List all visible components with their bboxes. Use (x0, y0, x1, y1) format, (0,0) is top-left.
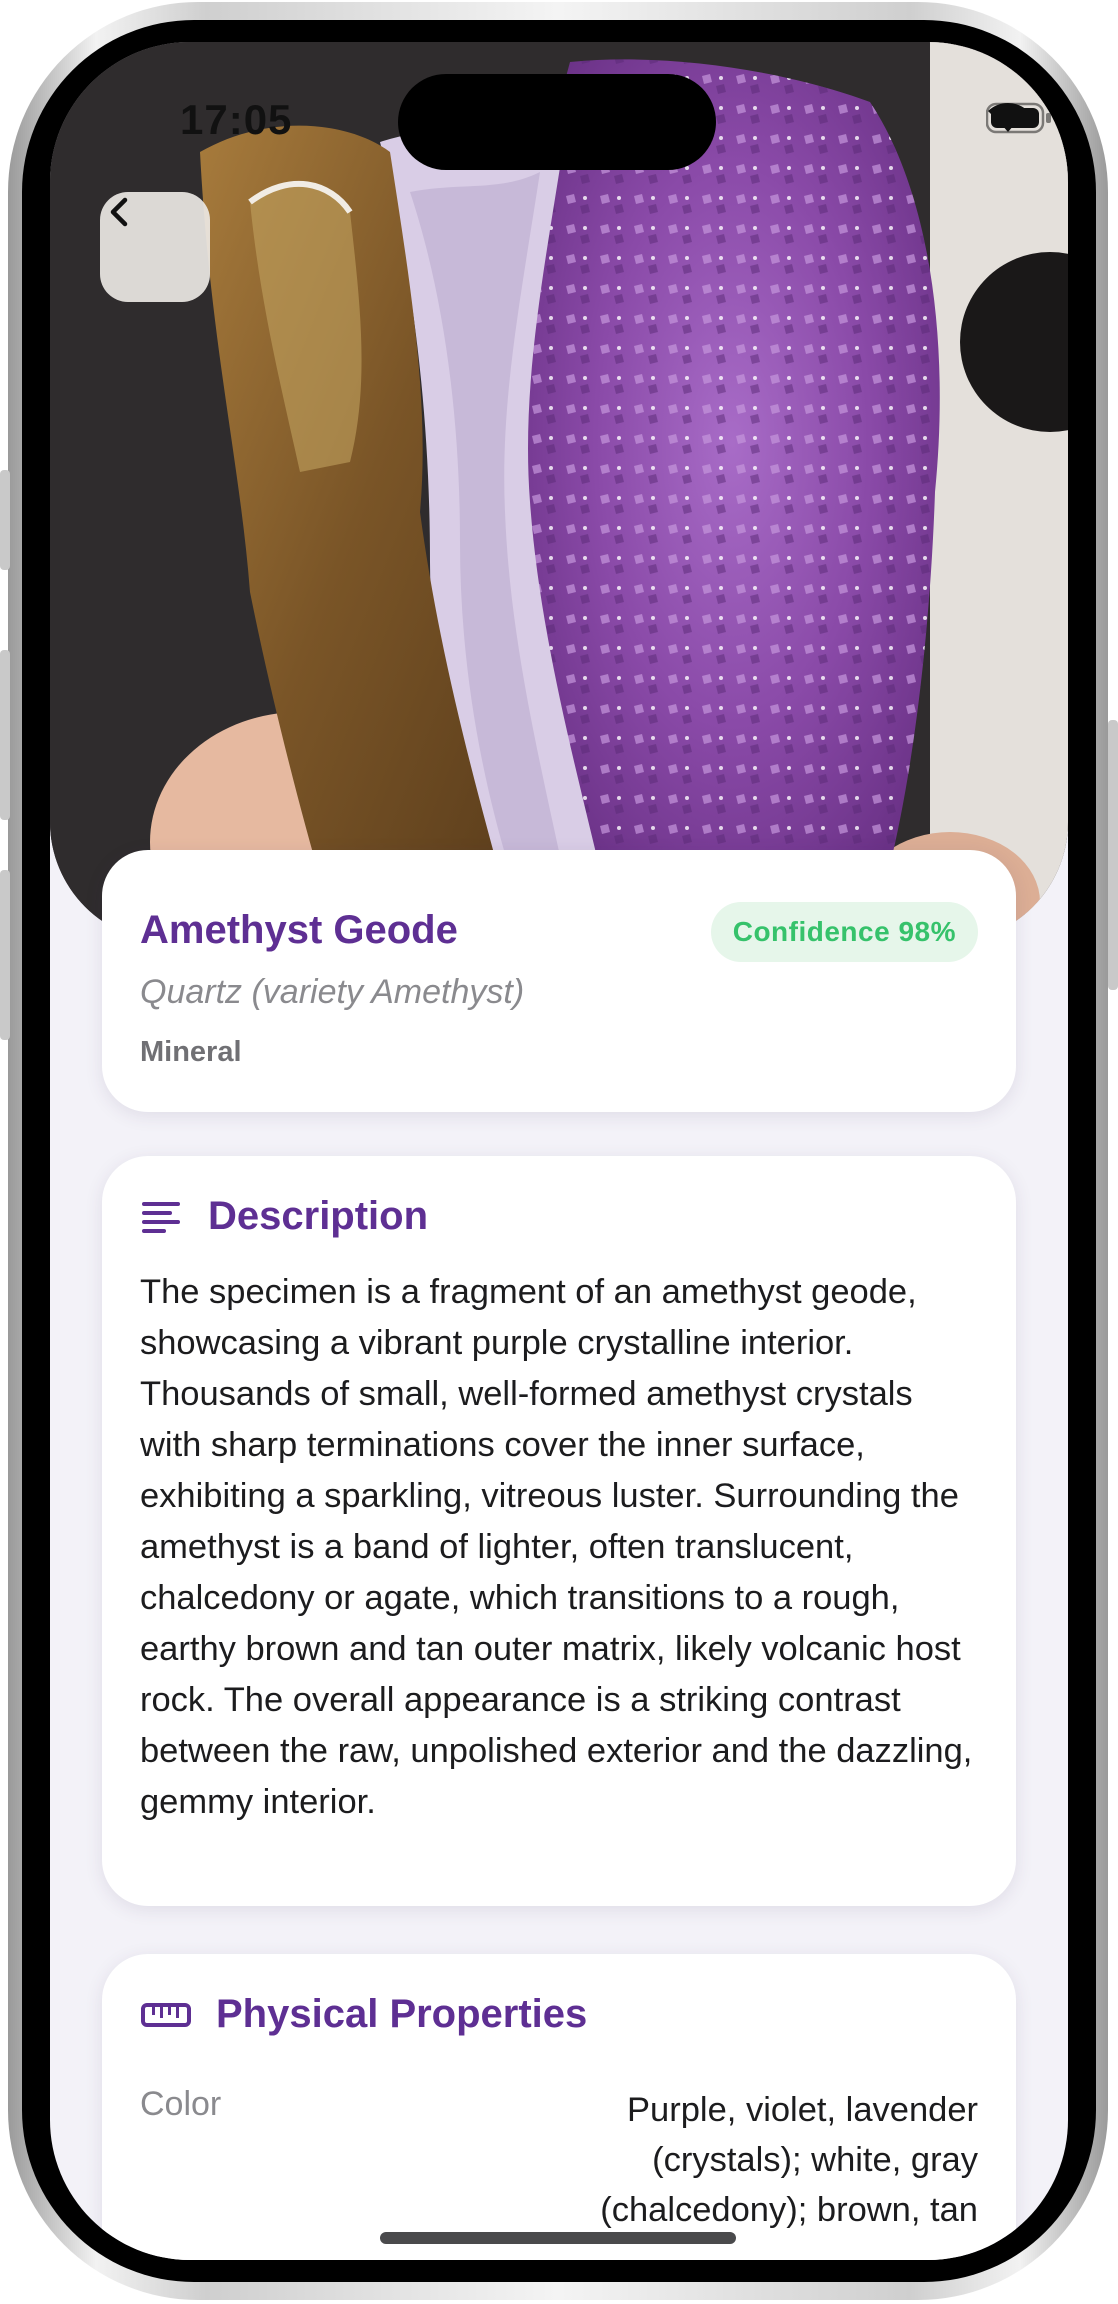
home-indicator[interactable] (380, 2232, 736, 2244)
specimen-photo: 17:05 (50, 42, 1068, 942)
chevron-left-icon (110, 197, 128, 227)
back-button[interactable] (100, 192, 210, 302)
status-time: 17:05 (180, 96, 293, 143)
action-button (0, 470, 10, 570)
physical-properties-header: Physical Properties (140, 1992, 978, 2037)
property-value: Purple, violet, lavender (crystals); whi… (600, 2091, 978, 2229)
description-header: Description (140, 1194, 978, 1239)
physical-properties-title: Physical Properties (216, 1992, 588, 2036)
physical-properties-card: Physical Properties Color Purple, violet… (102, 1954, 1016, 2260)
scientific-name: Quartz (variety Amethyst) (140, 973, 525, 1011)
property-label: Color (140, 2085, 222, 2123)
text-lines-icon (142, 1201, 180, 1233)
power-button (1108, 720, 1118, 990)
confidence-badge: Confidence 98% (710, 902, 978, 962)
battery-icon (986, 102, 1051, 134)
description-card: Description The specimen is a fragment o… (102, 1156, 1016, 1906)
identification-card: Amethyst Geode Confidence 98% Quartz (va… (102, 850, 1016, 1112)
description-title: Description (208, 1194, 429, 1238)
description-text: The specimen is a fragment of an amethys… (140, 1273, 973, 1821)
ruler-icon (141, 2002, 191, 2027)
app-screen: 17:05 Amethyst Geode Confidence 98% Quar… (50, 42, 1068, 2260)
specimen-category: Mineral (140, 1036, 242, 1068)
volume-down-button (0, 870, 10, 1040)
property-row-color: Color Purple, violet, lavender (crystals… (140, 2085, 978, 2235)
dynamic-island (398, 74, 716, 170)
volume-up-button (0, 650, 10, 820)
